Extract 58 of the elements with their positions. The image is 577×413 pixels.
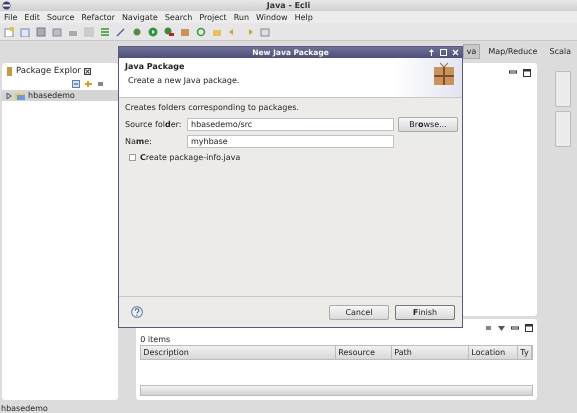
checkbox-label: Create package-info.java xyxy=(140,153,240,162)
field-label: Name: xyxy=(125,137,153,146)
cancel-button[interactable]: Cancel xyxy=(329,304,389,320)
status-text: hbasedemo xyxy=(0,404,48,413)
item-count: 0 items xyxy=(140,334,172,345)
tree-item[interactable]: hbasedemo xyxy=(2,90,118,101)
column-header[interactable]: Ty xyxy=(518,346,532,359)
column-header[interactable]: Description xyxy=(141,346,336,359)
minimize-icon[interactable] xyxy=(511,325,520,331)
save-icon[interactable] xyxy=(36,26,46,36)
maximize-icon[interactable] xyxy=(523,69,532,77)
run-icon[interactable] xyxy=(148,26,158,36)
column-header[interactable]: Resource xyxy=(336,346,392,359)
menu-item[interactable]: Refactor xyxy=(81,12,115,22)
debug-icon[interactable] xyxy=(132,26,142,36)
checkbox[interactable] xyxy=(129,154,136,161)
field-label: Source folder: xyxy=(125,120,182,129)
collapse-all-icon[interactable] xyxy=(72,80,80,88)
save-all-icon[interactable] xyxy=(52,26,62,36)
menu-item[interactable]: Source xyxy=(46,12,74,22)
tree-label: hbasedemo xyxy=(28,91,75,100)
browse-button[interactable]: Browse... xyxy=(398,117,458,132)
column-header[interactable]: Path xyxy=(392,346,470,359)
new-icon[interactable] xyxy=(4,26,14,36)
dialog-message: Create a new Java package. xyxy=(127,76,240,85)
menu-item[interactable]: Navigate xyxy=(122,12,158,22)
run-config-icon[interactable] xyxy=(164,26,174,36)
view-tab[interactable]: Package Explor xyxy=(16,66,81,76)
menu-item[interactable]: Project xyxy=(199,12,227,22)
horizontal-scrollbar[interactable] xyxy=(140,385,534,396)
menu-item[interactable]: Help xyxy=(294,12,313,22)
expand-icon[interactable] xyxy=(6,92,12,98)
dropdown-icon[interactable] xyxy=(498,326,506,330)
refresh-icon[interactable] xyxy=(196,26,206,36)
menu-item[interactable]: File xyxy=(4,12,18,22)
app-icon xyxy=(2,1,11,10)
maximize-icon[interactable] xyxy=(525,324,534,332)
finish-button[interactable]: Finish xyxy=(395,304,455,320)
menu-item[interactable]: Edit xyxy=(24,12,40,22)
close-icon[interactable] xyxy=(84,68,91,74)
column-header[interactable]: Location xyxy=(469,346,518,359)
text-field[interactable]: hbasedemo/src xyxy=(187,118,394,131)
new-class-icon[interactable] xyxy=(20,26,30,36)
list-icon[interactable] xyxy=(100,26,110,36)
menu-item[interactable]: Run xyxy=(234,12,250,22)
perspective-tab[interactable]: Scala xyxy=(545,44,575,58)
menu-item[interactable]: Window xyxy=(256,12,288,22)
menu-item[interactable]: Search xyxy=(164,12,192,22)
project-icon xyxy=(15,92,25,100)
link-icon[interactable] xyxy=(84,80,94,88)
text-field[interactable]: myhbase xyxy=(187,135,394,148)
help-icon[interactable] xyxy=(131,306,143,318)
perspective-tab[interactable]: Map/Reduce xyxy=(484,44,542,58)
dialog-heading: Java Package xyxy=(125,62,186,71)
intro-text: Creates folders corresponding to packages. xyxy=(125,103,300,112)
minimize-icon[interactable] xyxy=(509,69,518,75)
window-title: Java - Ecli xyxy=(266,1,310,10)
perspective-tab[interactable]: va xyxy=(462,44,480,58)
